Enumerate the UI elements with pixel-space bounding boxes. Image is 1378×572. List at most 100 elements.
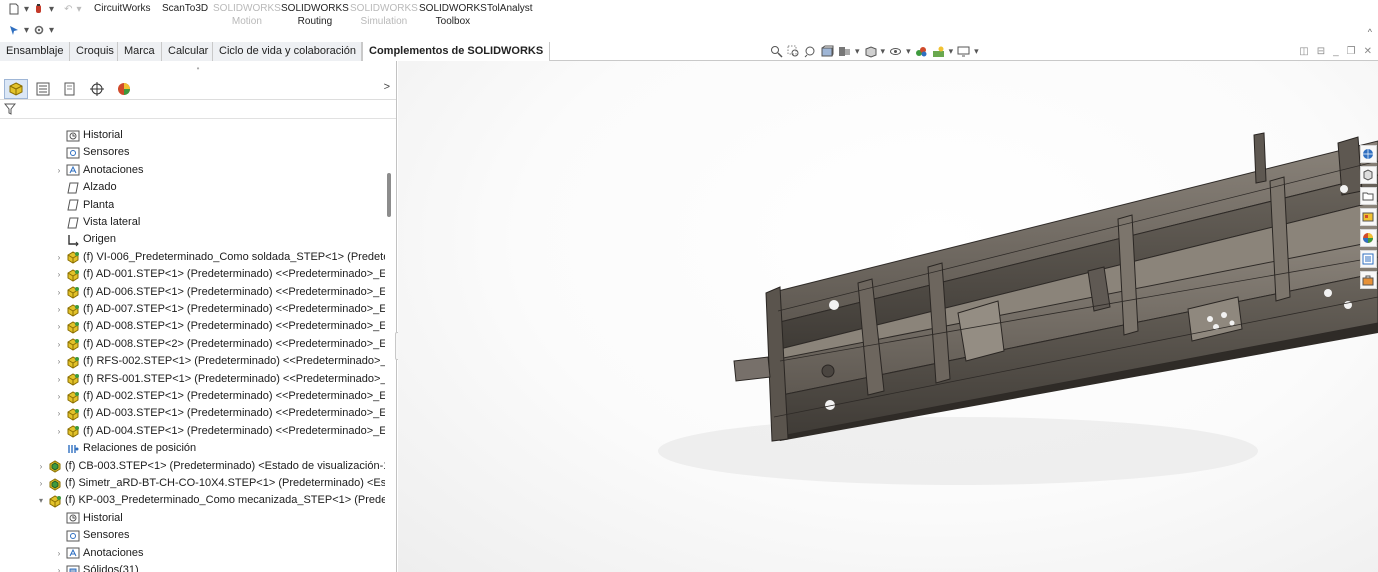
tree-scrollbar-thumb[interactable] (387, 173, 391, 217)
tile-vertical-icon[interactable]: ◫ (1299, 46, 1308, 57)
tree-item[interactable]: Historial (54, 127, 123, 144)
panel-grip-handle[interactable]: • (0, 61, 396, 78)
tree-item[interactable]: › (f) AD-006.STEP<1> (Predeterminado) <<P… (54, 284, 385, 301)
tab-5[interactable]: Complementos de SOLIDWORKS (362, 42, 550, 62)
expand-chevron-icon[interactable]: › (54, 545, 64, 562)
view-orientation-chevron-icon[interactable]: ▾ (855, 46, 860, 57)
addin-button-4[interactable]: SOLIDWORKS Simulation (350, 2, 418, 28)
zoom-to-fit-icon[interactable] (770, 45, 783, 58)
display-style-chevron-icon[interactable]: ▾ (881, 46, 886, 57)
collapse-ribbon-chevron-icon[interactable]: ^ (1368, 27, 1372, 37)
addin-button-3[interactable]: SOLIDWORKS Routing (281, 2, 349, 28)
tree-item[interactable]: › (f) CB-003.STEP<1> (Predeterminado) <Es… (36, 458, 385, 475)
rebuild-dropdown-chevron-icon[interactable]: ▾ (49, 4, 54, 15)
tree-filter-row[interactable] (0, 100, 396, 119)
tab-0[interactable]: Ensamblaje (0, 42, 70, 61)
rebuild-icon[interactable] (33, 3, 45, 15)
expand-chevron-icon[interactable]: › (54, 371, 64, 388)
edit-appearance-icon[interactable] (915, 45, 928, 58)
view-settings-chevron-icon[interactable]: ▾ (974, 46, 979, 57)
tab-display-manager[interactable] (112, 79, 136, 99)
tab-configuration-manager[interactable] (58, 79, 82, 99)
file-explorer-button[interactable] (1359, 187, 1377, 205)
scene-chevron-icon[interactable]: ▾ (949, 46, 954, 57)
tree-item[interactable]: › (f) RFS-002.STEP<1> (Predeterminado) <<… (54, 353, 385, 370)
expand-chevron-icon[interactable]: › (54, 318, 64, 335)
tree-item[interactable]: Vista lateral (54, 214, 140, 231)
options-dropdown-chevron-icon[interactable]: ▾ (49, 25, 54, 36)
previous-view-icon[interactable] (804, 45, 817, 58)
addin-button-6[interactable]: TolAnalyst (487, 2, 533, 15)
expand-chevron-icon[interactable]: › (54, 284, 64, 301)
tree-item[interactable]: › (f) AD-003.STEP<1> (Predeterminado) <<P… (54, 405, 385, 422)
tree-item[interactable]: › (f) AD-007.STEP<1> (Predeterminado) <<P… (54, 301, 385, 318)
addin-button-0[interactable]: CircuitWorks (94, 2, 150, 15)
minimize-doc-icon[interactable]: _ (1333, 46, 1339, 57)
tree-item[interactable]: › (f) AD-008.STEP<2> (Predeterminado) <<P… (54, 336, 385, 353)
tree-item[interactable]: › Sólidos(31) (54, 562, 139, 572)
collapse-chevron-icon[interactable]: ▾ (36, 492, 46, 509)
toolbox-button[interactable] (1359, 271, 1377, 289)
tab-3[interactable]: Calcular (162, 42, 213, 61)
expand-chevron-icon[interactable]: › (54, 405, 64, 422)
tab-1[interactable]: Croquis (70, 42, 118, 61)
close-doc-icon[interactable]: ✕ (1364, 46, 1372, 57)
expand-chevron-icon[interactable]: › (54, 336, 64, 353)
expand-chevron-icon[interactable]: › (54, 423, 64, 440)
zoom-to-area-icon[interactable] (787, 45, 800, 58)
select-cursor-icon[interactable] (8, 24, 20, 36)
tab-dimxpert-manager[interactable] (85, 79, 109, 99)
tab-4[interactable]: Ciclo de vida y colaboración (213, 42, 362, 61)
solidworks-resources-button[interactable] (1359, 145, 1377, 163)
appearances-scenes-button[interactable] (1359, 229, 1377, 247)
chassis-frame-model[interactable] (398, 61, 1378, 572)
expand-chevron-icon[interactable]: › (36, 458, 46, 475)
expand-chevron-icon[interactable]: › (54, 301, 64, 318)
tile-horizontal-icon[interactable]: ⊟ (1317, 46, 1325, 57)
design-library-button[interactable] (1359, 166, 1377, 184)
apply-scene-icon[interactable] (932, 45, 945, 58)
expand-chevron-icon[interactable]: › (54, 249, 64, 266)
hide-show-items-icon[interactable] (889, 45, 902, 58)
addin-button-1[interactable]: ScanTo3D (162, 2, 208, 15)
tree-item[interactable]: › (f) VI-006_Predeterminado_Como soldada_… (54, 249, 385, 266)
section-view-icon[interactable] (821, 45, 834, 58)
tab-property-manager[interactable] (31, 79, 55, 99)
addin-button-2[interactable]: SOLIDWORKS Motion (213, 2, 281, 28)
tab-2[interactable]: Marca (118, 42, 162, 61)
options-gear-icon[interactable] (33, 24, 45, 36)
expand-chevron-icon[interactable]: › (54, 353, 64, 370)
new-document-icon[interactable] (8, 3, 20, 15)
tree-item[interactable]: › (f) AD-008.STEP<1> (Predeterminado) <<P… (54, 318, 385, 335)
tree-item[interactable]: Sensores (54, 144, 129, 161)
dynamic-annotation-icon[interactable] (838, 45, 851, 58)
addin-button-5[interactable]: SOLIDWORKS Toolbox (419, 2, 487, 28)
tree-item[interactable]: › (f) AD-002.STEP<1> (Predeterminado) <<P… (54, 388, 385, 405)
custom-properties-button[interactable] (1359, 250, 1377, 268)
tree-item[interactable]: Origen (54, 231, 116, 248)
select-dropdown-chevron-icon[interactable]: ▾ (24, 25, 29, 36)
new-dropdown-chevron-icon[interactable]: ▾ (24, 4, 29, 15)
tree-item[interactable]: Relaciones de posición (54, 440, 196, 457)
expand-chevron-icon[interactable]: › (54, 162, 64, 179)
tree-item[interactable]: Alzado (54, 179, 117, 196)
view-orientation-icon[interactable] (864, 45, 877, 58)
hide-show-chevron-icon[interactable]: ▾ (906, 46, 911, 57)
tree-item[interactable]: › (f) AD-001.STEP<1> (Predeterminado) <<P… (54, 266, 385, 283)
tree-item[interactable]: Sensores (54, 527, 129, 544)
expand-chevron-icon[interactable]: › (54, 388, 64, 405)
filter-funnel-icon[interactable] (4, 103, 16, 115)
view-palette-button[interactable] (1359, 208, 1377, 226)
tree-item[interactable]: › Anotaciones (54, 162, 144, 179)
view-settings-monitor-icon[interactable] (957, 45, 970, 58)
panel-tabs-more-button[interactable]: > (384, 81, 390, 93)
tree-item[interactable]: › (f) RFS-001.STEP<1> (Predeterminado) <<… (54, 371, 385, 388)
tree-item[interactable]: › Anotaciones (54, 545, 144, 562)
expand-chevron-icon[interactable]: › (54, 266, 64, 283)
tab-feature-manager[interactable] (4, 78, 28, 99)
expand-chevron-icon[interactable]: › (54, 562, 64, 572)
tree-item[interactable]: › (f) AD-004.STEP<1> (Predeterminado) <<P… (54, 423, 385, 440)
graphics-area[interactable] (398, 61, 1378, 572)
tree-item[interactable]: ▾ (f) KP-003_Predeterminado_Como mecaniza… (36, 492, 385, 509)
tree-item[interactable]: › (f) Simetr_aRD-BT-CH-CO-10X4.STEP<1> (P… (36, 475, 385, 492)
